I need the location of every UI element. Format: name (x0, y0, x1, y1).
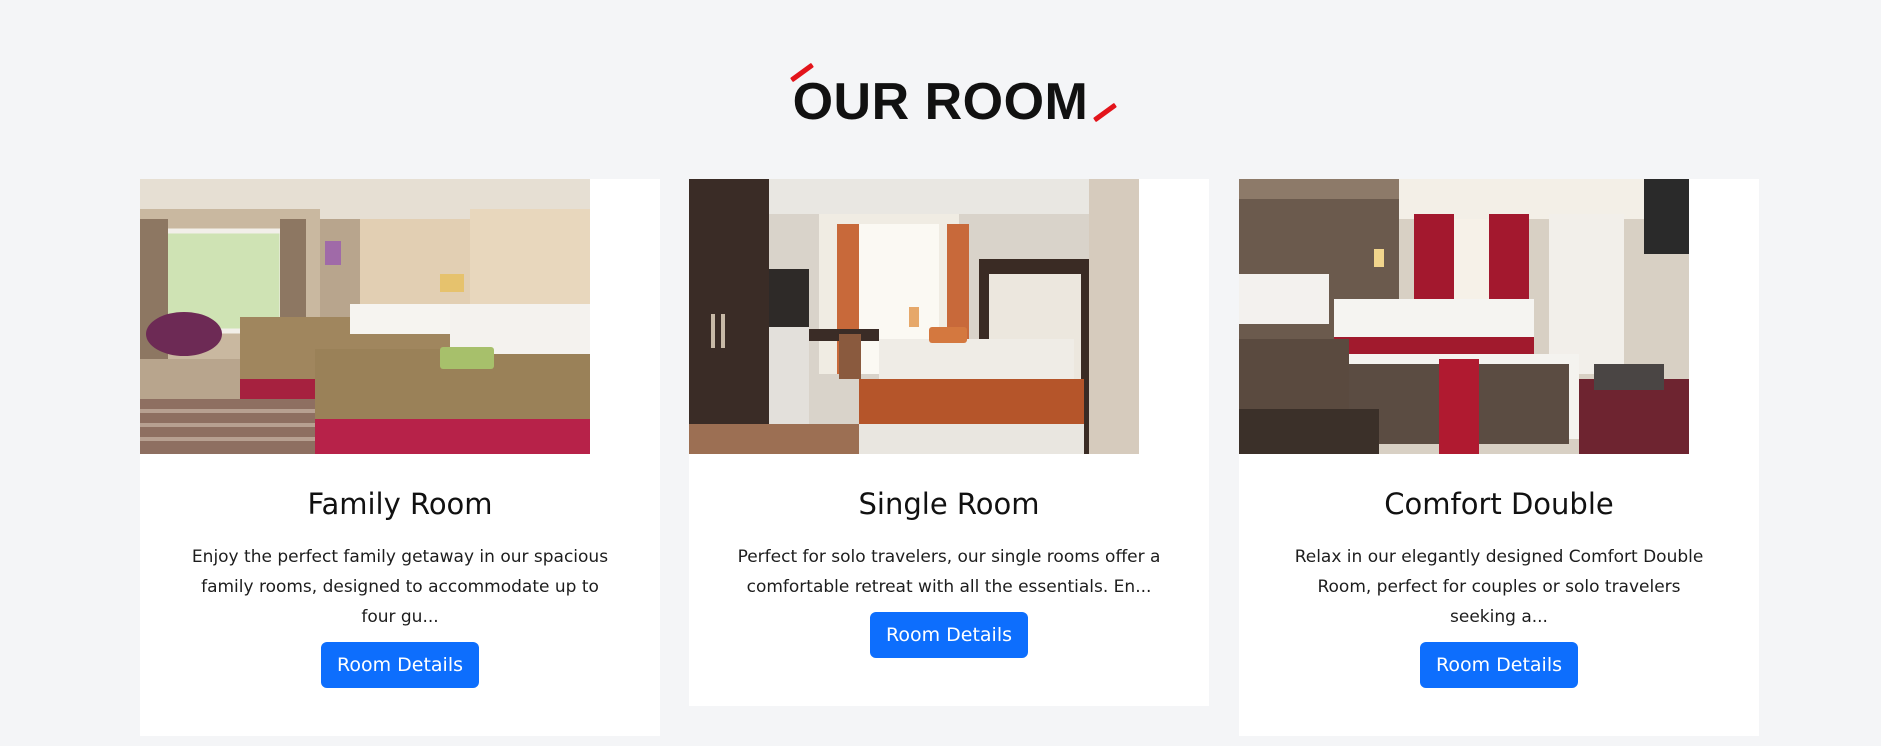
comfort-double-room-image (1239, 179, 1689, 454)
title-accent-right (1093, 102, 1118, 123)
room-details-button[interactable]: Room Details (869, 612, 1028, 658)
room-photo-family[interactable] (140, 179, 590, 454)
room-photo-single[interactable] (689, 179, 1139, 454)
room-description: Enjoy the perfect family getaway in our … (191, 547, 609, 627)
room-card-family: Family Room Enjoy the perfect family get… (140, 179, 660, 736)
room-details-button[interactable]: Room Details (1419, 642, 1578, 688)
room-details-button[interactable]: Room Details (320, 642, 479, 688)
room-title: Comfort Double (1384, 487, 1614, 521)
family-room-image (140, 179, 590, 454)
room-description: Perfect for solo travelers, our single r… (737, 547, 1161, 597)
section-title-text: OUR ROOM (792, 73, 1089, 131)
room-card-single: Single Room Perfect for solo travelers, … (689, 179, 1209, 706)
room-card-comfort-double: Comfort Double Relax in our elegantly de… (1239, 179, 1759, 736)
room-card-body: Family Room Enjoy the perfect family get… (140, 486, 660, 688)
room-card-body: Single Room Perfect for solo travelers, … (689, 486, 1209, 658)
section-title: OUR ROOM (789, 62, 1118, 138)
room-title: Single Room (858, 487, 1040, 521)
room-description: Relax in our elegantly designed Comfort … (1294, 547, 1704, 627)
room-card-body: Comfort Double Relax in our elegantly de… (1239, 486, 1759, 688)
section-header: OUR ROOM (0, 62, 1881, 138)
room-photo-comfort-double[interactable] (1239, 179, 1689, 454)
single-room-image (689, 179, 1139, 454)
room-title: Family Room (307, 487, 493, 521)
